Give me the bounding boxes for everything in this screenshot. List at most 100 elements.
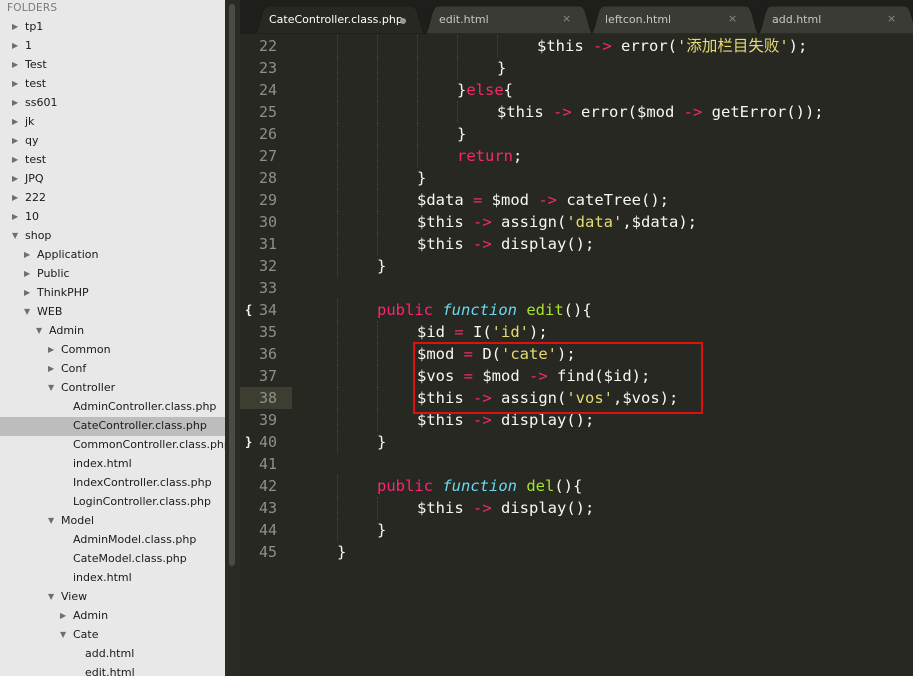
code-token: -> — [683, 103, 703, 121]
chevron-down-icon[interactable]: ▼ — [24, 307, 30, 317]
chevron-right-icon[interactable]: ▶ — [12, 136, 18, 146]
close-icon[interactable]: × — [728, 12, 737, 25]
chevron-right-icon[interactable]: ▶ — [60, 611, 66, 621]
tab-1[interactable]: CateController.class.php — [254, 6, 426, 34]
folder-item[interactable]: ▶ Test — [0, 56, 225, 75]
folder-item[interactable]: ▶ 10 — [0, 208, 225, 227]
code-line[interactable]: $id = I('id'); — [417, 321, 548, 343]
fold-marker-icon[interactable]: } — [245, 431, 252, 453]
code-token: ; — [513, 147, 523, 165]
chevron-down-icon[interactable]: ▼ — [60, 630, 66, 640]
folder-item[interactable]: ▼ Model — [0, 512, 225, 531]
folder-item[interactable]: ▶ Conf — [0, 360, 225, 379]
code-line[interactable]: public function edit(){ — [377, 299, 592, 321]
folder-item[interactable]: ▼ Cate — [0, 626, 225, 645]
folder-item[interactable]: ▶ Application — [0, 246, 225, 265]
chevron-right-icon[interactable]: ▶ — [12, 174, 18, 184]
code-line[interactable]: $this -> display(); — [417, 233, 594, 255]
file-item[interactable]: CommonController.class.php — [0, 436, 225, 455]
code-line[interactable]: } — [377, 519, 386, 541]
chevron-right-icon[interactable]: ▶ — [24, 269, 30, 279]
tab-2[interactable]: edit.html × — [424, 6, 594, 34]
chevron-down-icon[interactable]: ▼ — [48, 592, 54, 602]
folder-item[interactable]: ▶ jk — [0, 113, 225, 132]
code-line[interactable]: $this -> error('添加栏目失败'); — [537, 35, 807, 57]
tab-3[interactable]: leftcon.html × — [590, 6, 760, 34]
file-item[interactable]: CateController.class.php — [0, 417, 225, 436]
sidebar-scrollbar[interactable] — [225, 0, 240, 676]
chevron-right-icon[interactable]: ▶ — [12, 79, 18, 89]
chevron-right-icon[interactable]: ▶ — [12, 60, 18, 70]
file-item[interactable]: IndexController.class.php — [0, 474, 225, 493]
file-item[interactable]: index.html — [0, 455, 225, 474]
chevron-right-icon[interactable]: ▶ — [24, 250, 30, 260]
close-icon[interactable]: × — [562, 12, 571, 25]
code-line[interactable]: } — [497, 57, 506, 79]
code-line[interactable]: return; — [457, 145, 522, 167]
folder-item[interactable]: ▼ View — [0, 588, 225, 607]
chevron-right-icon[interactable]: ▶ — [48, 364, 54, 374]
code-line[interactable]: } — [377, 431, 386, 453]
code-line[interactable]: $this -> error($mod -> getError()); — [497, 101, 824, 123]
folder-item[interactable]: ▶ Admin — [0, 607, 225, 626]
code-line[interactable]: $this -> assign('data',$data); — [417, 211, 697, 233]
file-item[interactable]: LoginController.class.php — [0, 493, 225, 512]
file-item[interactable]: index.html — [0, 569, 225, 588]
chevron-right-icon[interactable]: ▶ — [12, 155, 18, 165]
chevron-down-icon[interactable]: ▼ — [48, 383, 54, 393]
file-item[interactable]: CateModel.class.php — [0, 550, 225, 569]
code-token: -> — [473, 213, 492, 231]
code-editor[interactable]: 22 23 24 25 26 27 28 29 30 31 32 33 34{35 36 37 38 39 40}… — [240, 34, 913, 676]
folder-item[interactable]: ▶ Public — [0, 265, 225, 284]
folder-item[interactable]: ▼ WEB — [0, 303, 225, 322]
folder-item[interactable]: ▼ shop — [0, 227, 225, 246]
file-item[interactable]: AdminController.class.php — [0, 398, 225, 417]
code-line[interactable]: } — [417, 167, 426, 189]
folder-item[interactable]: ▶ qy — [0, 132, 225, 151]
fold-marker-icon[interactable]: { — [245, 299, 252, 321]
folder-item[interactable]: ▶ tp1 — [0, 18, 225, 37]
file-item[interactable]: add.html — [0, 645, 225, 664]
folder-item[interactable]: ▶ test — [0, 75, 225, 94]
code-line[interactable]: $this -> display(); — [417, 497, 594, 519]
chevron-down-icon[interactable]: ▼ — [36, 326, 42, 336]
code-line[interactable]: } — [457, 123, 466, 145]
indent-guide — [417, 57, 418, 79]
folder-item[interactable]: ▶ ThinkPHP — [0, 284, 225, 303]
chevron-down-icon[interactable]: ▼ — [12, 231, 18, 241]
code-line[interactable]: public function del(){ — [377, 475, 582, 497]
chevron-right-icon[interactable]: ▶ — [12, 22, 18, 32]
indent-guide — [377, 211, 378, 233]
file-item[interactable]: AdminModel.class.php — [0, 531, 225, 550]
chevron-right-icon[interactable]: ▶ — [12, 193, 18, 203]
code-line[interactable]: $data = $mod -> cateTree(); — [417, 189, 669, 211]
chevron-right-icon[interactable]: ▶ — [12, 98, 18, 108]
code-line[interactable]: }else{ — [457, 79, 513, 101]
chevron-right-icon[interactable]: ▶ — [48, 345, 54, 355]
tab-4[interactable]: add.html × — [757, 6, 913, 34]
folder-item[interactable]: ▶ 1 — [0, 37, 225, 56]
line-number: 31 — [258, 235, 277, 253]
modified-dot-icon[interactable] — [400, 18, 406, 24]
folder-item[interactable]: ▼ Admin — [0, 322, 225, 341]
code-token: } — [377, 433, 387, 451]
chevron-right-icon[interactable]: ▶ — [12, 41, 18, 51]
chevron-right-icon[interactable]: ▶ — [24, 288, 30, 298]
code-token: } — [337, 543, 347, 561]
folder-item[interactable]: ▶ test — [0, 151, 225, 170]
code-line[interactable]: } — [337, 541, 346, 563]
line-number: 33 — [258, 279, 277, 297]
file-item[interactable]: edit.html — [0, 664, 225, 676]
chevron-right-icon[interactable]: ▶ — [12, 212, 18, 222]
folder-item[interactable]: ▶ ss601 — [0, 94, 225, 113]
close-icon[interactable]: × — [887, 12, 896, 25]
chevron-right-icon[interactable]: ▶ — [12, 117, 18, 127]
folder-item[interactable]: ▶ JPQ — [0, 170, 225, 189]
folder-item[interactable]: ▼ Controller — [0, 379, 225, 398]
code-line[interactable]: } — [377, 255, 386, 277]
indent-guide — [377, 497, 378, 519]
folder-item[interactable]: ▶ Common — [0, 341, 225, 360]
folder-item[interactable]: ▶ 222 — [0, 189, 225, 208]
sidebar-scrollbar-thumb[interactable] — [229, 4, 235, 566]
chevron-down-icon[interactable]: ▼ — [48, 516, 54, 526]
